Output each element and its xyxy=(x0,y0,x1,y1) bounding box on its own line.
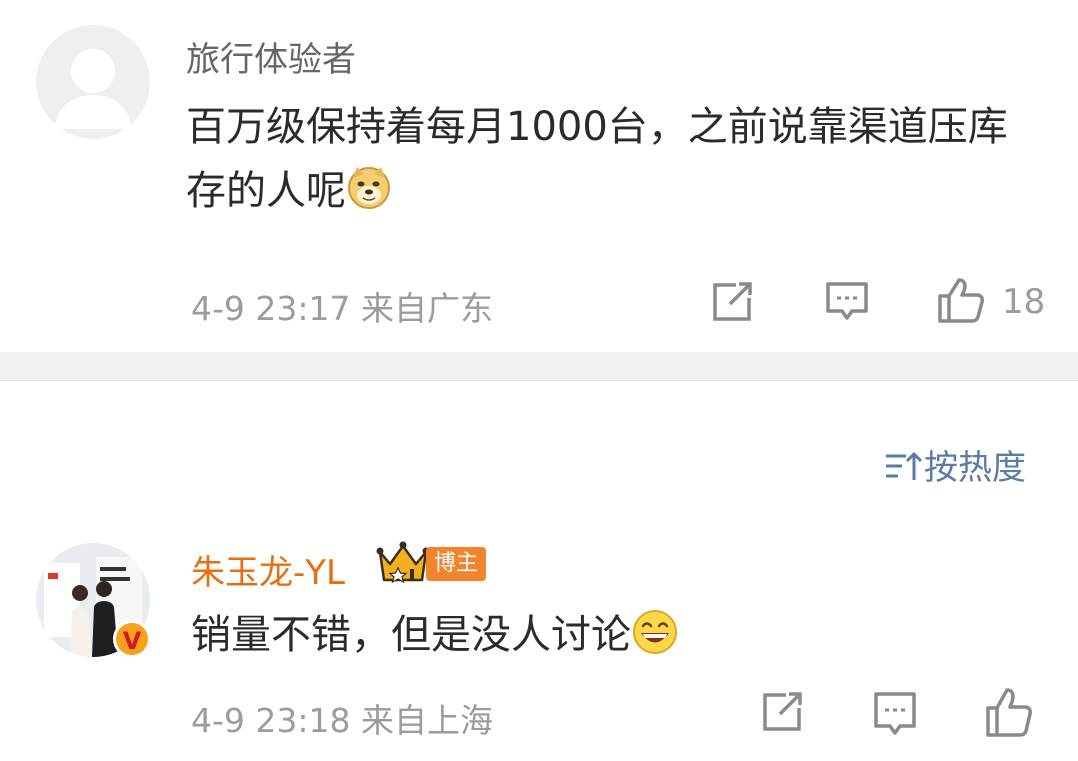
default-avatar-icon xyxy=(54,49,132,129)
comment-meta: 4-9 23:17 来自广东 xyxy=(191,282,493,330)
blogger-badge: 博主 xyxy=(426,547,487,581)
section-divider xyxy=(0,352,1078,381)
comment-username[interactable]: 旅行体验者 xyxy=(186,32,356,81)
comment-meta: 4-9 23:18 来自上海 xyxy=(191,694,493,742)
comment-timestamp: 4-9 23:17 xyxy=(191,289,351,328)
reply-button[interactable] xyxy=(872,690,918,740)
share-button[interactable] xyxy=(710,280,756,324)
comment-timestamp: 4-9 23:18 xyxy=(191,701,351,740)
reply-button[interactable] xyxy=(824,280,870,324)
comment-icon xyxy=(826,282,868,320)
like-count: 18 xyxy=(1002,282,1046,322)
sort-label: 按热度 xyxy=(924,448,1026,488)
like-button[interactable] xyxy=(936,276,986,324)
comment-location: 来自广东 xyxy=(361,289,493,328)
grin-emoji-icon xyxy=(631,608,679,656)
like-button[interactable] xyxy=(984,686,1034,738)
verified-badge-icon: V xyxy=(113,620,151,658)
comment-icon xyxy=(874,692,916,735)
share-button[interactable] xyxy=(760,690,806,734)
comment-text-content: 销量不错，但是没人讨论 xyxy=(191,612,631,658)
share-icon xyxy=(713,282,752,321)
comment-text: 销量不错，但是没人讨论 xyxy=(191,607,679,663)
crown-icon xyxy=(376,540,430,586)
comment-location: 来自上海 xyxy=(361,701,493,740)
comment-username[interactable]: 朱玉龙-YL xyxy=(191,545,345,594)
sort-by-hot-button[interactable]: 按热度 xyxy=(884,440,1026,489)
sort-icon xyxy=(884,450,924,484)
doge-emoji-icon xyxy=(346,164,392,210)
share-icon xyxy=(763,692,802,731)
avatar[interactable] xyxy=(36,25,150,139)
thumbs-up-icon xyxy=(986,688,1032,737)
comment-text: 百万级保持着每月1000台，之前说靠渠道压库存的人呢 xyxy=(186,95,1026,223)
thumbs-up-icon xyxy=(938,278,984,323)
comment-text-content: 百万级保持着每月1000台，之前说靠渠道压库存的人呢 xyxy=(186,104,1008,214)
